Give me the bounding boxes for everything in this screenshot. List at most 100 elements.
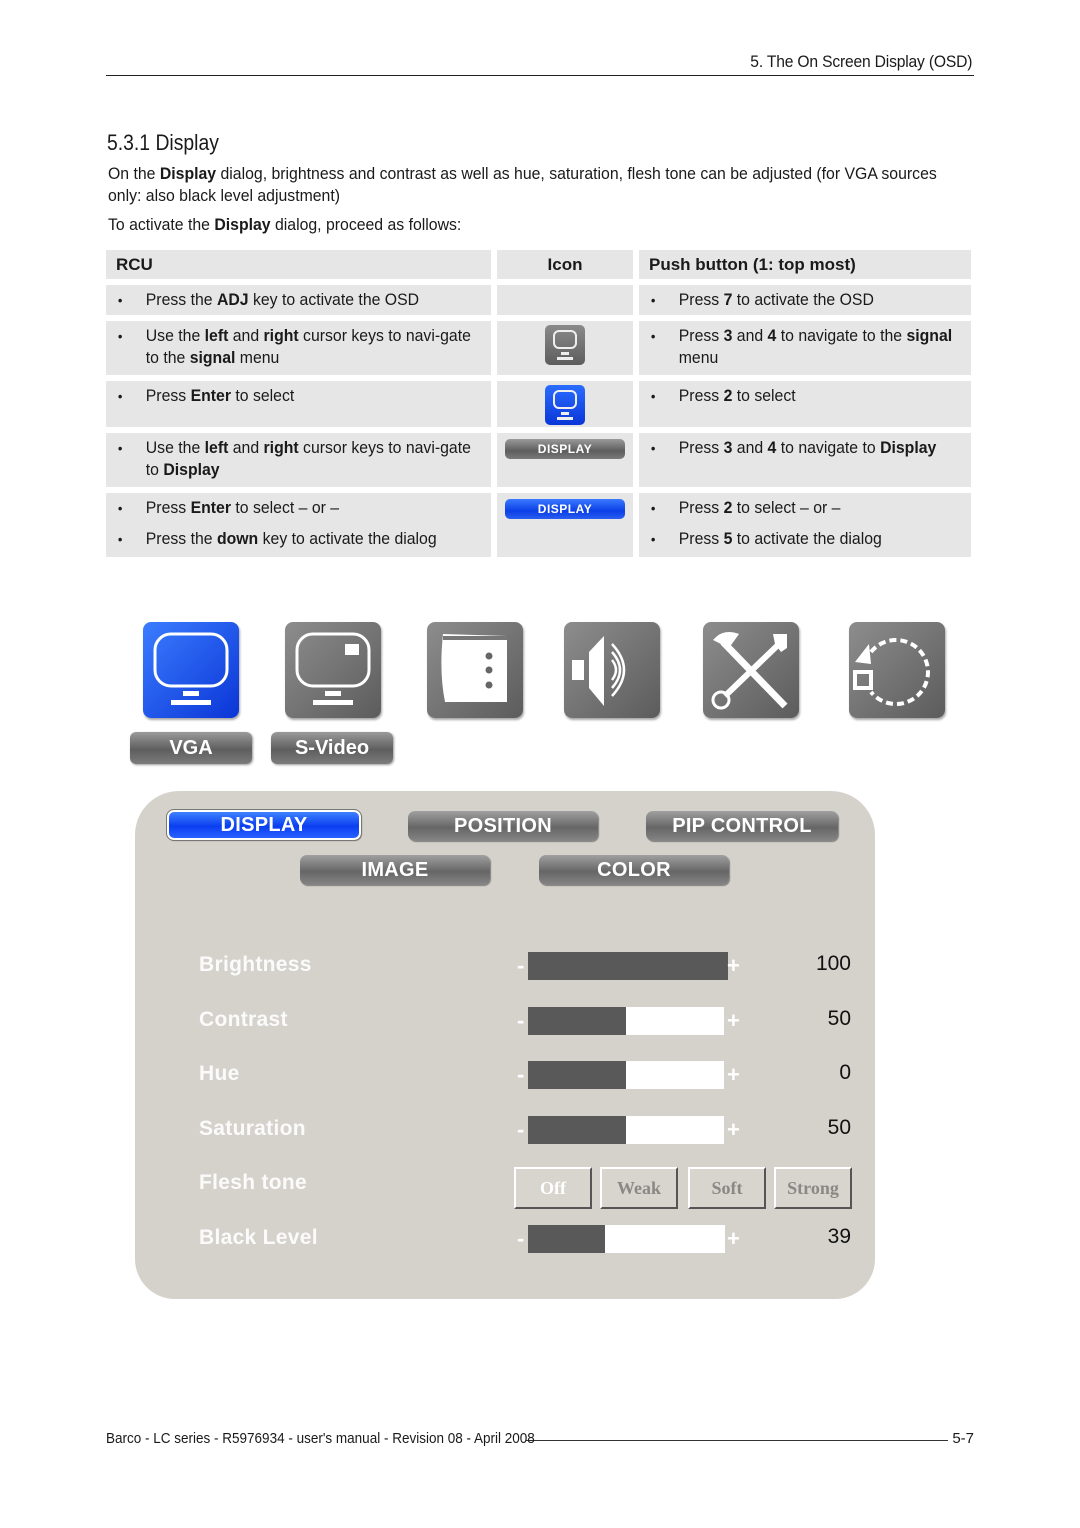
bullet-item: • Use the left and right cursor keys to n… <box>116 437 485 481</box>
table-row: • Use the left and right cursor keys to n… <box>106 321 971 375</box>
table-row: • Press Enter to select – or – • Press the … <box>106 493 971 557</box>
bold-term: down <box>216 529 259 548</box>
flesh-tone-off-button[interactable]: Off <box>514 1167 592 1209</box>
bullet-item: • Press Enter to select <box>116 385 485 407</box>
text-run: On the <box>108 164 160 183</box>
flesh-tone-row: Flesh tone Off Weak Soft Strong <box>199 1167 879 1209</box>
monitor-gray-icon <box>545 325 585 365</box>
pip-window-icon[interactable] <box>427 622 523 718</box>
bullet-text: Press Enter to select – or – <box>146 497 485 519</box>
rcu-cell: • Use the left and right cursor keys to n… <box>106 321 491 375</box>
text-run: to select <box>732 386 796 405</box>
tab-display[interactable]: DISPLAY <box>166 809 362 841</box>
bullet-icon: • <box>117 328 123 344</box>
icon-cell <box>497 285 633 315</box>
flesh-tone-strong-button[interactable]: Strong <box>774 1167 852 1209</box>
push-button-cell: • Press 3 and 4 to navigate to the signal… <box>639 321 971 375</box>
bold-term: 3 <box>723 326 733 345</box>
push-button-cell: • Press 7 to activate the OSD <box>639 285 971 315</box>
flesh-tone-soft-button[interactable]: Soft <box>688 1167 766 1209</box>
text-run: key to activate the dialog <box>258 529 437 548</box>
header-push-button: Push button (1: top most) <box>639 250 971 279</box>
bullet-icon: • <box>117 531 123 547</box>
tab-image[interactable]: IMAGE <box>300 855 490 885</box>
bold-term: Enter <box>190 498 232 517</box>
bullet-icon: • <box>650 292 656 308</box>
param-slider[interactable] <box>528 1061 724 1089</box>
decrease-button[interactable]: - <box>517 1062 524 1088</box>
param-row-brightness: Brightness - +100 <box>199 949 879 985</box>
text-run: Press the <box>145 290 217 309</box>
icon-cell: DISPLAY <box>497 493 633 557</box>
param-slider[interactable] <box>528 1007 724 1035</box>
bullet-text: Press 2 to select <box>679 385 965 407</box>
rotation-icon[interactable] <box>849 622 945 718</box>
increase-button[interactable]: + <box>727 953 740 979</box>
param-slider[interactable] <box>528 1116 724 1144</box>
decrease-button[interactable]: - <box>517 1117 524 1143</box>
text-run: Press <box>145 498 191 517</box>
param-label: Black Level <box>199 1226 318 1249</box>
increase-button[interactable]: + <box>727 1008 740 1034</box>
bullet-icon: • <box>117 440 123 456</box>
icon-cell <box>497 381 633 427</box>
display-button-selected-icon: DISPLAY <box>505 499 625 519</box>
bullet-icon: • <box>117 500 123 516</box>
intro-paragraph: On the Display dialog, brightness and co… <box>108 163 968 207</box>
bold-term: 2 <box>723 498 733 517</box>
param-slider[interactable] <box>528 952 728 980</box>
bold-term: signal <box>906 326 953 345</box>
increase-button[interactable]: + <box>727 1226 740 1252</box>
param-row-contrast: Contrast - +50 <box>199 1004 879 1040</box>
tab-pip-control[interactable]: PIP CONTROL <box>646 811 838 841</box>
bullet-item: • Press 3 and 4 to navigate to Display <box>649 437 964 459</box>
signal-monitor-icon[interactable] <box>143 622 239 718</box>
flesh-tone-weak-button[interactable]: Weak <box>600 1167 678 1209</box>
param-value: 50 <box>827 1116 851 1139</box>
tab-color[interactable]: COLOR <box>539 855 729 885</box>
param-row-hue: Hue - +0 <box>199 1058 879 1094</box>
bold-term: 4 <box>767 438 777 457</box>
text-run: to select – or – <box>732 498 841 517</box>
text-run: Press <box>145 386 191 405</box>
rcu-cell: • Press the ADJ key to activate the OSD <box>106 285 491 315</box>
bullet-icon: • <box>650 440 656 456</box>
bullet-text: Press the ADJ key to activate the OSD <box>146 289 485 311</box>
increase-button[interactable]: + <box>727 1117 740 1143</box>
video-monitor-icon[interactable] <box>285 622 381 718</box>
bold-term: Display <box>214 215 271 234</box>
text-run: Use the <box>145 438 205 457</box>
param-value: 0 <box>839 1061 851 1084</box>
text-run: Press <box>678 498 724 517</box>
source-vga-button[interactable]: VGA <box>130 732 252 764</box>
decrease-button[interactable]: - <box>517 953 524 979</box>
audio-speaker-icon[interactable] <box>564 622 660 718</box>
text-run: menu <box>235 348 280 367</box>
increase-button[interactable]: + <box>727 1062 740 1088</box>
slider-fill <box>528 1061 626 1089</box>
text-run: menu <box>678 348 719 367</box>
tools-icon[interactable] <box>703 622 799 718</box>
source-svideo-button[interactable]: S-Video <box>271 732 393 764</box>
slider-fill <box>528 1225 605 1253</box>
text-run: to select <box>231 386 295 405</box>
table-row: • Use the left and right cursor keys to n… <box>106 433 971 487</box>
bullet-icon: • <box>117 292 123 308</box>
bullet-item: • Press 2 to select – or – <box>649 497 964 519</box>
bold-term: 4 <box>767 326 777 345</box>
bold-term: left <box>204 438 229 457</box>
tab-position[interactable]: POSITION <box>408 811 598 841</box>
table-row: • Press Enter to select • Press 2 to select <box>106 381 971 427</box>
bullet-item: • Press the down key to activate the dial… <box>116 528 485 550</box>
decrease-button[interactable]: - <box>517 1008 524 1034</box>
param-slider[interactable] <box>528 1225 725 1253</box>
bullet-item: • Press 5 to activate the dialog <box>649 528 964 550</box>
bullet-text: Press 3 and 4 to navigate to Display <box>679 437 965 459</box>
param-label: Brightness <box>199 953 312 976</box>
header-rcu: RCU <box>106 250 491 279</box>
bold-term: 2 <box>723 386 733 405</box>
text-run: and <box>732 438 768 457</box>
decrease-button[interactable]: - <box>517 1226 524 1252</box>
display-button-icon: DISPLAY <box>505 439 625 459</box>
param-value: 100 <box>815 952 851 975</box>
